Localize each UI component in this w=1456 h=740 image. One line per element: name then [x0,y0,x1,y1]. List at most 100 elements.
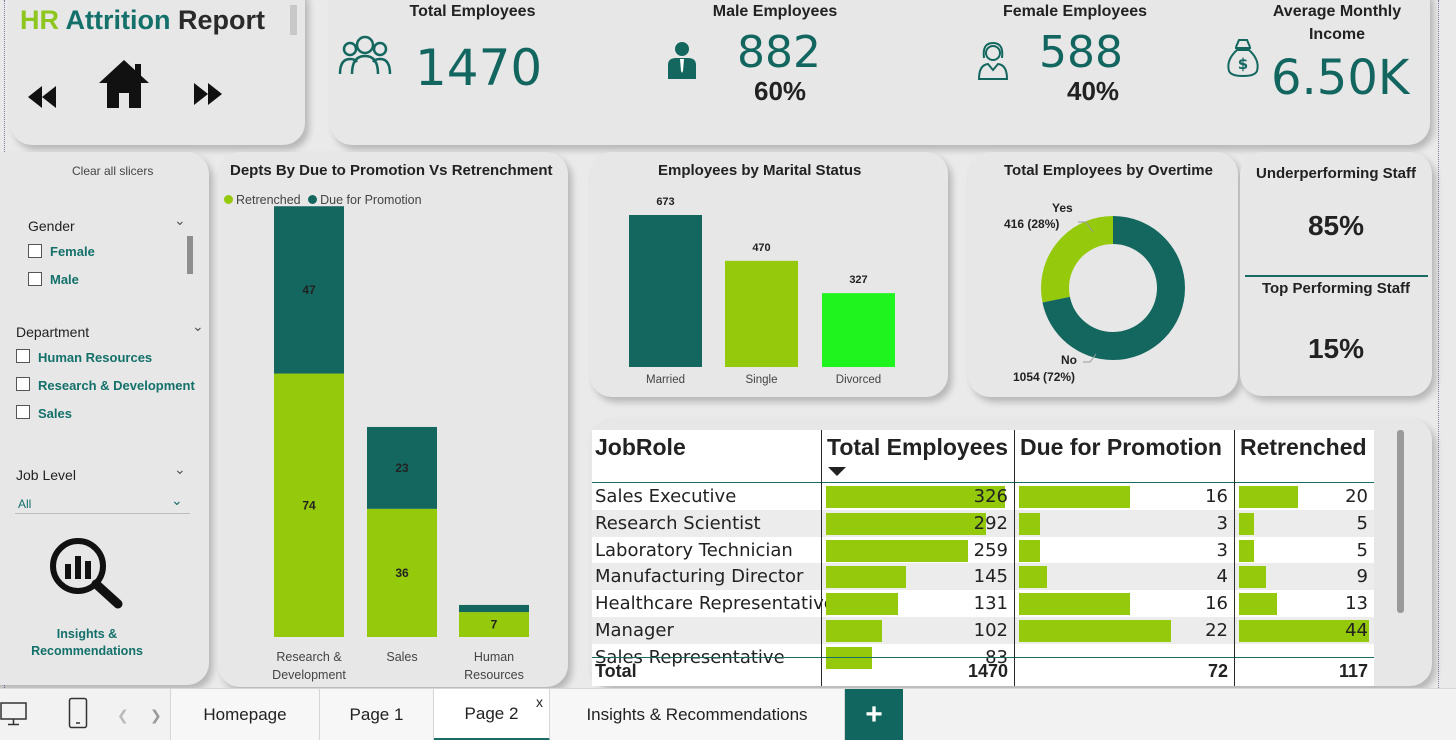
cell-total: 292 [973,512,1008,534]
table-row[interactable]: Manufacturing Director 145 4 9 [592,563,1374,591]
gender-option-female[interactable]: Female [50,244,95,259]
data-bar-promotion [1019,512,1040,535]
cell-total: 131 [973,593,1008,615]
gender-option-male[interactable]: Male [50,272,79,287]
data-bar-promotion [1019,486,1130,508]
header-retrenched[interactable]: Retrenched [1240,434,1367,461]
chevron-down-icon[interactable]: ⌄ [174,461,186,478]
x-tick-label: Human [474,650,514,664]
top-performing-value: 15% [1307,333,1365,364]
gender-male-checkbox[interactable] [28,272,42,286]
kpi-card: Total Employees 1470 Male Employees 882 … [330,0,1430,145]
svg-text:$: $ [1238,55,1248,73]
data-bar-total [826,566,906,589]
data-label: 470 [752,242,770,254]
kpi-income-value: 6.50K [1271,50,1410,106]
home-icon[interactable] [98,59,150,114]
dept-option-hr[interactable]: Human Resources [38,350,152,365]
sort-descending-icon[interactable] [828,467,846,476]
total-employees-sum: 1470 [967,661,1008,681]
kpi-female-label: Female Employees [1002,3,1148,20]
job-level-dropdown[interactable]: All [18,497,31,511]
tab-page-1[interactable]: Page 1 [320,689,434,740]
bar-single[interactable] [725,260,798,367]
next-page-icon[interactable]: ❯ [150,707,162,724]
dept-option-sales[interactable]: Sales [38,406,72,421]
x-tick-label: Resources [464,668,524,682]
x-tick-label: Sales [386,650,417,664]
table-row[interactable]: Manager 102 22 44 [592,617,1374,644]
cell-total: 102 [973,620,1008,641]
performance-divider [1245,275,1428,277]
kpi-male-label: Male Employees [712,3,838,20]
dept-sales-checkbox[interactable] [16,405,30,419]
chevron-down-icon[interactable]: ⌄ [192,318,204,335]
male-user-icon [666,41,698,84]
header-jobrole[interactable]: JobRole [595,434,686,461]
tab-homepage[interactable]: Homepage [170,689,320,740]
gender-slicer-scrollbar[interactable] [187,236,193,274]
title-scrollbar[interactable] [290,5,297,35]
chevron-down-icon[interactable]: ⌄ [174,212,186,229]
data-bar-retrenched [1239,486,1299,508]
dept-chart-card: Depts By Due to Promotion Vs Retrenchmen… [218,152,568,687]
fast-forward-icon[interactable] [192,81,224,112]
kpi-total-value: 1470 [415,39,543,97]
dept-rd-checkbox[interactable] [16,377,30,391]
slice-value-label: 416 (28%) [1004,217,1059,231]
report-title: HR Attrition Report [20,5,265,35]
header-total-employees[interactable]: Total Employees [827,434,1008,461]
rewind-icon[interactable] [26,84,58,115]
tab-insights-recommendations[interactable]: Insights & Recommendations [550,689,845,740]
cell-jobrole: Research Scientist [595,512,761,534]
table-row[interactable]: Healthcare Representative 131 16 13 [592,590,1374,617]
cell-promotion: 3 [1216,539,1228,561]
cell-promotion: 3 [1216,512,1228,534]
cell-jobrole: Healthcare Representative [595,593,835,615]
gender-female-checkbox[interactable] [28,244,42,258]
header-due-for-promotion[interactable]: Due for Promotion [1020,434,1222,461]
chevron-down-icon[interactable]: ⌄ [171,492,183,509]
data-bar-total [826,620,882,642]
cell-promotion: 16 [1205,486,1228,507]
previous-page-icon[interactable]: ❮ [117,707,129,724]
tab-page-2[interactable]: Page 2 x [434,689,550,740]
kpi-male-value: 882 [737,27,821,78]
table-scrollbar[interactable] [1397,430,1404,613]
overtime-chart-card: Total Employees by Overtime Yes 416 (28%)… [968,152,1238,397]
bar-promotion[interactable] [459,604,529,613]
insights-link[interactable]: Insights & Recommendations [22,626,152,660]
bar-divorced[interactable] [822,293,895,367]
department-slicer-label: Department [16,324,90,340]
kpi-female-pct: 40% [1067,76,1120,106]
data-bar-retrenched [1239,512,1254,535]
cell-jobrole: Manager [595,620,674,641]
cell-retrenched: 44 [1345,620,1368,641]
data-bar-retrenched [1239,566,1266,589]
dept-hr-checkbox[interactable] [16,349,30,363]
insights-magnifier-icon[interactable] [48,536,124,617]
table-row[interactable]: Laboratory Technician 259 3 5 [592,537,1374,564]
table-row[interactable]: Research Scientist 292 3 5 [592,509,1374,537]
cell-jobrole: Sales Executive [595,486,737,507]
cell-promotion: 4 [1216,566,1228,588]
clear-slicers-button[interactable]: Clear all slicers [72,164,153,178]
cell-jobrole: Manufacturing Director [595,566,804,588]
data-bar-retrenched [1239,593,1278,616]
data-bar-promotion [1019,620,1171,642]
table-row[interactable]: Sales Executive 326 16 20 [592,483,1374,510]
desktop-icon[interactable] [0,701,28,732]
data-label: 7 [491,618,498,632]
data-label: 36 [395,566,409,580]
add-page-button[interactable]: + [845,689,903,740]
close-tab-icon[interactable]: x [536,694,543,710]
job-level-slicer-label: Job Level [16,467,76,483]
data-label: 23 [395,461,409,475]
marital-chart-card: Employees by Marital Status 673 Married 47… [590,152,948,397]
cell-jobrole: Laboratory Technician [595,539,793,561]
dept-bar-chart: 74 47 Research & Development 36 23 Sales 7 Human… [272,206,529,682]
underperforming-value: 85% [1307,210,1365,241]
bar-married[interactable] [629,215,702,367]
dept-option-rd[interactable]: Research & Development [38,378,195,393]
mobile-icon[interactable] [68,697,88,734]
